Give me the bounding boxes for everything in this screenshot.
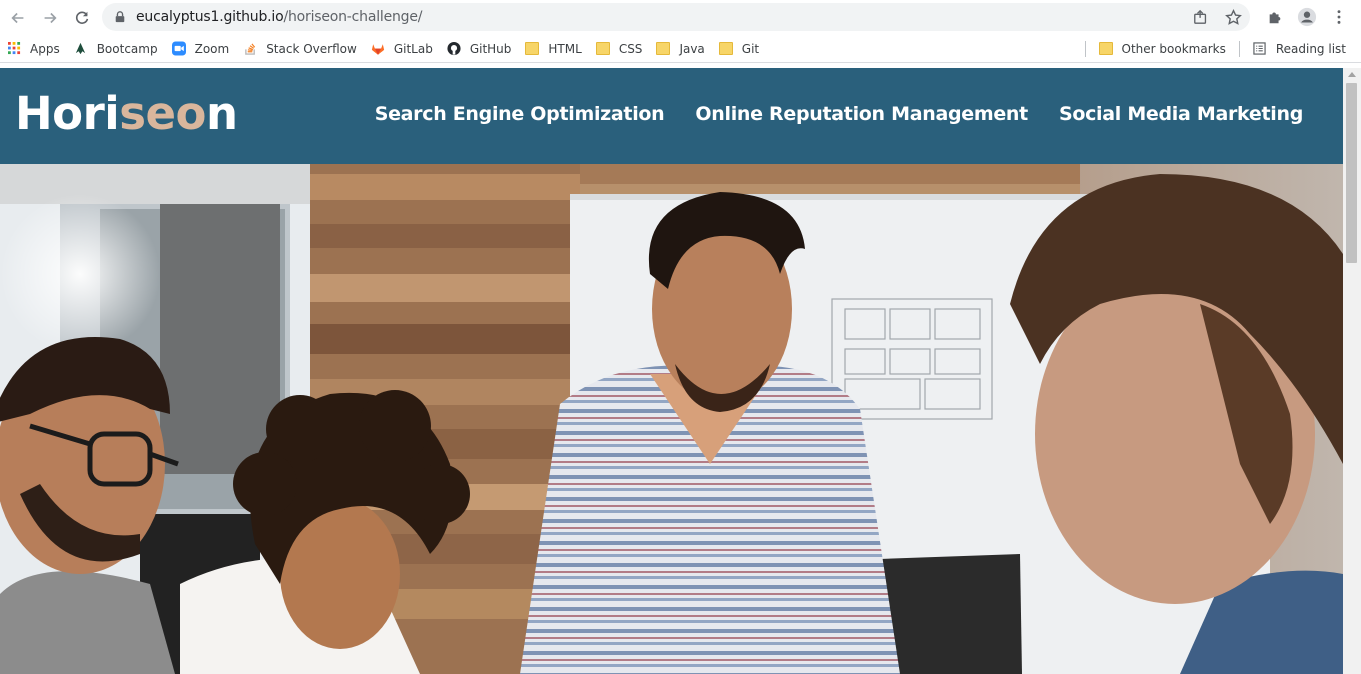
bookmark-label: GitLab bbox=[393, 41, 433, 56]
folder-icon bbox=[656, 42, 671, 56]
bootcamp-icon bbox=[74, 42, 88, 56]
other-bookmarks-label: Other bookmarks bbox=[1121, 41, 1226, 56]
github-icon bbox=[447, 41, 461, 56]
reading-list-label: Reading list bbox=[1275, 41, 1346, 56]
logo-text-accent: seo bbox=[119, 87, 206, 140]
bookmark-label: Apps bbox=[30, 41, 60, 56]
bookmark-label: Zoom bbox=[194, 41, 230, 56]
bookmark-separator bbox=[1084, 40, 1086, 57]
bookmark-stack-overflow[interactable]: Stack Overflow bbox=[236, 37, 364, 61]
bookmark-folder-git[interactable]: Git bbox=[712, 37, 766, 61]
bookmark-folder-css[interactable]: CSS bbox=[589, 37, 650, 61]
stack-overflow-icon bbox=[243, 42, 257, 56]
nav-link-reputation-management[interactable]: Online Reputation Management bbox=[695, 103, 1028, 125]
bookmark-label: Stack Overflow bbox=[266, 41, 357, 56]
site-logo[interactable]: Horiseon bbox=[15, 87, 238, 140]
arrow-left-icon bbox=[11, 12, 24, 23]
zoom-icon bbox=[171, 41, 186, 56]
bookmark-label: CSS bbox=[618, 41, 643, 56]
browser-toolbar: eucalyptus1.github.io/horiseon-challenge… bbox=[0, 0, 1361, 35]
bookmark-separator bbox=[1238, 40, 1240, 57]
bookmark-folder-java[interactable]: Java bbox=[649, 37, 711, 61]
bookmark-folder-html[interactable]: HTML bbox=[518, 37, 588, 61]
share-icon[interactable] bbox=[1190, 7, 1212, 27]
url-path: /horiseon-challenge/ bbox=[283, 9, 423, 25]
bookmark-label: Java bbox=[679, 41, 705, 56]
arrow-right-icon bbox=[44, 12, 57, 23]
scrollbar-thumb[interactable] bbox=[1346, 83, 1357, 263]
nav-link-seo[interactable]: Search Engine Optimization bbox=[375, 103, 665, 125]
bookmark-other-bookmarks[interactable]: Other bookmarks bbox=[1092, 37, 1233, 61]
bookmark-bootcamp[interactable]: Bootcamp bbox=[67, 37, 165, 61]
extensions-icon[interactable] bbox=[1262, 5, 1288, 29]
lock-icon bbox=[114, 10, 128, 24]
star-icon[interactable] bbox=[1222, 7, 1244, 27]
logo-text-end: n bbox=[205, 87, 238, 140]
address-bar[interactable]: eucalyptus1.github.io/horiseon-challenge… bbox=[102, 3, 1250, 31]
bookmark-github[interactable]: GitHub bbox=[440, 37, 519, 61]
reload-icon bbox=[75, 11, 89, 24]
bookmarks-bar: Apps Bootcamp Zoom Stack Overflow GitLab… bbox=[0, 35, 1361, 63]
page-scrollbar[interactable] bbox=[1343, 68, 1361, 674]
back-button[interactable] bbox=[4, 4, 32, 32]
reading-list-button[interactable]: Reading list bbox=[1246, 37, 1353, 61]
bookmark-gitlab[interactable]: GitLab bbox=[364, 37, 440, 61]
url-text: eucalyptus1.github.io/horiseon-challenge… bbox=[136, 9, 422, 25]
nav-link-social-media-marketing[interactable]: Social Media Marketing bbox=[1059, 103, 1303, 125]
gitlab-icon bbox=[371, 42, 385, 56]
logo-text-main: Hori bbox=[15, 87, 120, 140]
apps-grid-icon bbox=[7, 42, 21, 56]
folder-icon bbox=[595, 42, 610, 56]
bookmark-label: Bootcamp bbox=[96, 41, 158, 56]
more-menu-icon[interactable] bbox=[1326, 5, 1352, 29]
bookmark-label: GitHub bbox=[469, 41, 512, 56]
site-header: Horiseon Search Engine Optimization Onli… bbox=[0, 68, 1343, 164]
url-host: eucalyptus1.github.io bbox=[136, 9, 284, 25]
bookmark-zoom[interactable]: Zoom bbox=[165, 37, 237, 61]
folder-icon bbox=[525, 42, 540, 56]
folder-icon bbox=[718, 42, 733, 56]
scroll-up-arrow-icon[interactable] bbox=[1348, 72, 1356, 77]
forward-button[interactable] bbox=[36, 4, 64, 32]
bookmark-label: Git bbox=[741, 41, 760, 56]
site-nav: Search Engine Optimization Online Reputa… bbox=[375, 103, 1304, 125]
profile-avatar-icon[interactable] bbox=[1294, 5, 1320, 29]
reload-button[interactable] bbox=[68, 4, 96, 32]
reading-list-icon bbox=[1253, 42, 1267, 56]
bookmark-label: HTML bbox=[548, 41, 582, 56]
bookmark-apps[interactable]: Apps bbox=[0, 37, 67, 61]
page-viewport: Horiseon Search Engine Optimization Onli… bbox=[0, 68, 1343, 674]
folder-icon bbox=[1098, 42, 1113, 56]
hero-image bbox=[0, 164, 1343, 674]
